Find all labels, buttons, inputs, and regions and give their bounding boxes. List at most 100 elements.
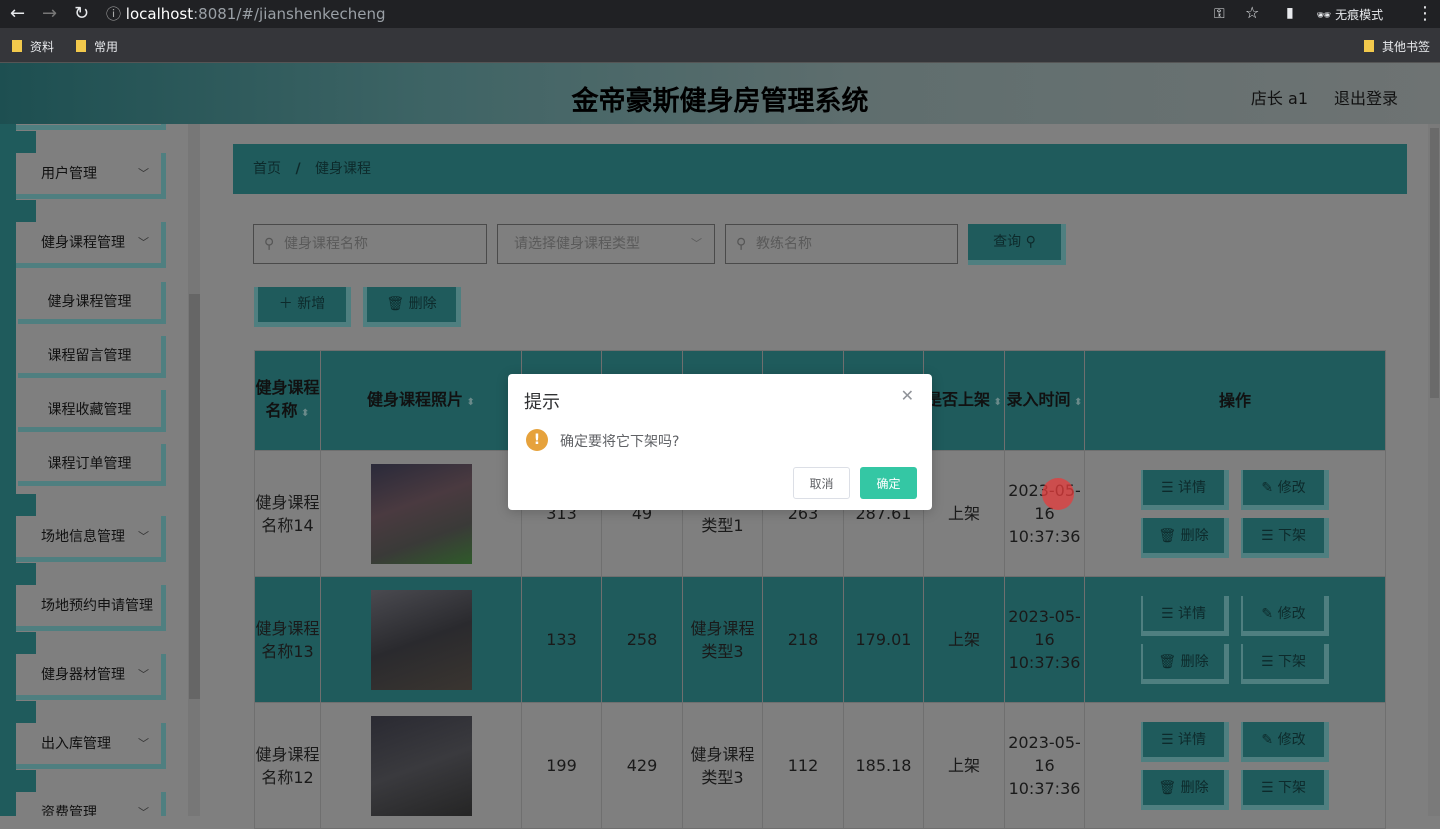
back-icon[interactable]: ← <box>10 3 25 24</box>
sidebar-item-partial[interactable] <box>16 124 166 130</box>
sidebar-subitem-comments[interactable]: 课程留言管理 <box>18 336 166 378</box>
edit-button-label: 修改 <box>1277 479 1306 496</box>
delete-button[interactable]: 🗑 删除 <box>1141 517 1229 558</box>
course-photo-cell <box>320 576 522 703</box>
actions-cell: ☰ 详情 ✎ 修改 🗑 删除 ☰ 下架 <box>1084 702 1386 829</box>
course-photo-cell <box>320 450 522 577</box>
take-down-button[interactable]: ☰ 下架 <box>1241 769 1329 810</box>
course-photo[interactable] <box>370 715 472 816</box>
sidebar-item-equipment[interactable]: 健身器材管理 ﹀ <box>16 654 166 700</box>
take-down-button[interactable]: ☰ 下架 <box>1241 517 1329 558</box>
folder-icon <box>12 40 22 52</box>
incognito-label: 无痕模式 <box>1335 8 1384 22</box>
key-icon[interactable]: ⚿ <box>1214 6 1225 22</box>
sidebar-item-course-mgmt[interactable]: 健身课程管理 ﹀ <box>16 222 166 268</box>
numeric-cell-text: 199 <box>546 756 577 775</box>
placeholder: 健身课程名称 <box>284 236 368 252</box>
sort-icon[interactable]: ⬍ <box>990 397 1002 408</box>
time-cell-text: 2023-05-16 10:37:36 <box>1008 607 1081 672</box>
table-row: 健身课程名称12 199 429 健身课程类型3 112 185.18 上架 2023-05-… <box>254 702 1386 829</box>
sidebar-item-venue[interactable]: 场地信息管理 ﹀ <box>16 516 166 562</box>
logout-link[interactable]: 退出登录 <box>1334 85 1398 109</box>
breadcrumb-home[interactable]: 首页 <box>253 161 281 177</box>
sidebar-subitem-course[interactable]: 健身课程管理 <box>18 282 166 324</box>
take-down-button[interactable]: ☰ 下架 <box>1241 643 1329 684</box>
column-header[interactable]: 录入时间 ⬍ <box>1004 350 1085 451</box>
column-header[interactable]: 健身课程名称 ⬍ <box>254 350 321 451</box>
column-header-label: 健身课程照片 <box>367 389 464 409</box>
dialog-message: 确定要将它下架吗? <box>560 434 680 450</box>
bookmark-folder[interactable]: 资料 <box>12 38 54 55</box>
trash-icon: 🗑 <box>1158 779 1181 796</box>
delete-button[interactable]: 🗑 删除 <box>1141 769 1229 810</box>
edit-button-label: 修改 <box>1277 731 1306 748</box>
sidebar-item-label: 场地预约申请管理 <box>41 598 153 614</box>
coach-name-search-input[interactable]: ⚲ 教练名称 <box>725 224 958 264</box>
sidepanel-icon[interactable]: ▮ <box>1286 5 1294 21</box>
delete-button-label: 删除 <box>1180 779 1209 796</box>
course-type-select[interactable]: 请选择健身课程类型 ﹀ <box>497 224 715 264</box>
course-name-search-input[interactable]: ⚲ 健身课程名称 <box>253 224 487 264</box>
close-icon[interactable]: ✕ <box>901 386 914 405</box>
search-icon: ⚲ <box>264 236 275 252</box>
edit-button[interactable]: ✎ 修改 <box>1241 595 1329 636</box>
detail-button[interactable]: ☰ 详情 <box>1141 595 1229 636</box>
sidebar-item-users[interactable]: 用户管理 ﹀ <box>16 153 166 199</box>
sidebar-item-label: 场地信息管理 <box>41 529 125 545</box>
delete-button[interactable]: 🗑 删除 <box>363 287 461 327</box>
take-down-button-label: 下架 <box>1278 527 1306 544</box>
table-row: 健身课程名称13 133 258 健身课程类型3 218 179.01 上架 2023-05-… <box>254 576 1386 703</box>
delete-button[interactable]: 🗑 删除 <box>1141 643 1229 684</box>
course-photo[interactable] <box>370 463 472 564</box>
search-icon: ⚲ <box>736 236 747 252</box>
incognito-badge[interactable]: 🕶 无痕模式 <box>1316 6 1383 23</box>
sidebar-item-venue-booking[interactable]: 场地预约申请管理 <box>16 585 166 631</box>
breadcrumb: 首页 / 健身课程 <box>233 144 1407 194</box>
other-bookmarks[interactable]: 其他书签 <box>1364 38 1430 55</box>
sidebar-scrollbar-thumb[interactable] <box>189 294 200 699</box>
action-buttons: ☰ 详情 ✎ 修改 🗑 删除 ☰ 下架 <box>1086 721 1385 810</box>
sidebar-subitem-orders[interactable]: 课程订单管理 <box>18 444 166 486</box>
status-cell-text: 上架 <box>947 630 980 649</box>
edit-button[interactable]: ✎ 修改 <box>1241 721 1329 762</box>
page-scrollbar-thumb[interactable] <box>1430 128 1439 398</box>
delete-button-label: 删除 <box>1180 653 1209 670</box>
url-path: :8081/#/jianshenkecheng <box>193 5 386 23</box>
star-icon[interactable]: ☆ <box>1245 3 1259 22</box>
sidebar-subitem-favorites[interactable]: 课程收藏管理 <box>18 390 166 432</box>
address-bar[interactable]: ⓘ localhost:8081/#/jianshenkecheng <box>106 1 1306 27</box>
forward-icon[interactable]: → <box>42 3 57 24</box>
cancel-button[interactable]: 取消 <box>793 467 850 499</box>
course-photo-cell <box>320 702 522 829</box>
column-header[interactable]: 健身课程照片 ⬍ <box>320 350 522 451</box>
sort-icon[interactable]: ⬍ <box>463 397 475 408</box>
sidebar-item-label: 出入库管理 <box>41 736 111 752</box>
reload-icon[interactable]: ↻ <box>74 3 89 24</box>
edit-button[interactable]: ✎ 修改 <box>1241 469 1329 510</box>
sidebar-strip <box>0 124 16 816</box>
sidebar-item-fees[interactable]: 资费管理 ﹀ <box>16 792 166 816</box>
sidebar-item-label: 课程留言管理 <box>47 348 132 364</box>
column-header[interactable]: 是否上架 ⬍ <box>923 350 1005 451</box>
sidebar-item-inventory[interactable]: 出入库管理 ﹀ <box>16 723 166 769</box>
price-cell: 185.18 <box>843 702 924 829</box>
current-user: 店长 a1 <box>1250 89 1308 108</box>
add-button[interactable]: ＋ 新增 <box>254 287 351 327</box>
numeric-cell: 429 <box>601 702 683 829</box>
cursor-highlight <box>1042 478 1074 510</box>
confirm-button[interactable]: 确定 <box>860 467 917 499</box>
course-photo[interactable] <box>370 589 472 690</box>
column-header-label: 录入时间 <box>1006 389 1071 409</box>
sort-icon[interactable]: ⬍ <box>1071 397 1082 408</box>
sort-icon[interactable]: ⬍ <box>298 408 309 419</box>
document-icon: ☰ <box>1260 527 1278 544</box>
trash-icon: 🗑 <box>1158 527 1181 544</box>
bookmark-folder[interactable]: 常用 <box>76 38 118 55</box>
course-name-cell-text: 健身课程名称12 <box>255 744 320 787</box>
document-icon: ☰ <box>1160 731 1178 748</box>
numeric-cell-text: 112 <box>787 756 819 775</box>
query-button[interactable]: 查询 ⚲ <box>968 224 1066 265</box>
detail-button[interactable]: ☰ 详情 <box>1141 721 1229 762</box>
detail-button[interactable]: ☰ 详情 <box>1141 469 1229 510</box>
menu-icon[interactable]: ⋮ <box>1416 3 1434 24</box>
